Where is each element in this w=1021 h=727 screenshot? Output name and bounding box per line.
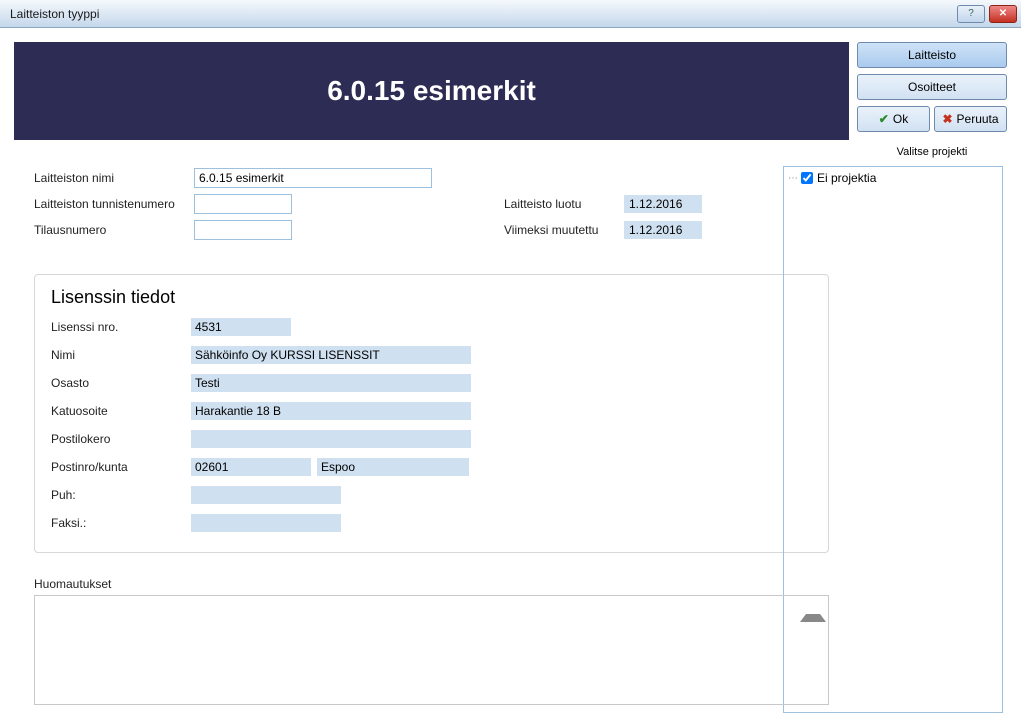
license-osasto-label: Osasto xyxy=(51,376,191,390)
license-puh-value xyxy=(191,486,341,504)
license-katu-value: Harakantie 18 B xyxy=(191,402,471,420)
tunniste-input[interactable] xyxy=(194,194,292,214)
nimi-label: Laitteiston nimi xyxy=(34,171,194,185)
notes-label: Huomautukset xyxy=(34,577,849,591)
license-faksi-label: Faksi.: xyxy=(51,516,191,530)
license-postinro-value: 02601 xyxy=(191,458,311,476)
license-title: Lisenssin tiedot xyxy=(51,287,812,308)
window-body: 6.0.15 esimerkit Laitteiston nimi Laitte… xyxy=(0,28,1021,727)
close-button[interactable]: ✕ xyxy=(989,5,1017,23)
license-group: Lisenssin tiedot Lisenssi nro. 4531 Nimi… xyxy=(34,274,829,553)
license-postilokero-label: Postilokero xyxy=(51,432,191,446)
license-postinro-label: Postinro/kunta xyxy=(51,460,191,474)
license-osasto-value: Testi xyxy=(191,374,471,392)
project-none-checkbox[interactable] xyxy=(801,172,813,184)
header-banner: 6.0.15 esimerkit xyxy=(14,42,849,140)
cancel-button[interactable]: ✖ Peruuta xyxy=(934,106,1007,132)
ok-button[interactable]: ✔ Ok xyxy=(857,106,930,132)
cancel-icon: ✖ xyxy=(942,112,952,126)
tree-item-none[interactable]: ⋯ Ei projektia xyxy=(788,171,998,185)
license-postinro-row: 02601 Espoo xyxy=(191,458,812,476)
tunniste-label: Laitteiston tunnistenumero xyxy=(34,197,194,211)
license-nro-value: 4531 xyxy=(191,318,291,336)
check-icon: ✔ xyxy=(879,112,889,126)
license-nro-label: Lisenssi nro. xyxy=(51,320,191,334)
window-controls: ? ✕ xyxy=(957,5,1017,23)
license-postilokero-value xyxy=(191,430,471,448)
muutettu-value: 1.12.2016 xyxy=(624,221,702,239)
license-nimi-label: Nimi xyxy=(51,348,191,362)
project-none-label: Ei projektia xyxy=(817,171,876,185)
tilaus-input[interactable] xyxy=(194,220,292,240)
muutettu-label: Viimeksi muutettu xyxy=(504,223,624,237)
luotu-label: Laitteisto luotu xyxy=(504,197,624,211)
tilaus-label: Tilausnumero xyxy=(34,223,194,237)
laitteisto-button[interactable]: Laitteisto xyxy=(857,42,1007,68)
banner-heading: 6.0.15 esimerkit xyxy=(327,75,536,107)
license-nimi-value: Sähköinfo Oy KURSSI LISENSSIT xyxy=(191,346,471,364)
equipment-form: Laitteiston nimi Laitteiston tunnistenum… xyxy=(34,168,849,240)
ok-label: Ok xyxy=(893,112,908,126)
license-kunta-value: Espoo xyxy=(317,458,469,476)
window-title: Laitteiston tyyppi xyxy=(4,7,957,21)
cancel-label: Peruuta xyxy=(957,112,999,126)
license-katu-label: Katuosoite xyxy=(51,404,191,418)
main-panel: 6.0.15 esimerkit Laitteiston nimi Laitte… xyxy=(14,42,849,713)
side-panel: Laitteisto Osoitteet ✔ Ok ✖ Peruuta Vali… xyxy=(857,42,1007,713)
license-puh-label: Puh: xyxy=(51,488,191,502)
close-icon: ✕ xyxy=(999,8,1007,19)
title-bar: Laitteiston tyyppi ? ✕ xyxy=(0,0,1021,28)
help-button[interactable]: ? xyxy=(957,5,985,23)
tree-dots-icon: ⋯ xyxy=(788,173,797,184)
notes-textarea[interactable] xyxy=(34,595,829,705)
luotu-value: 1.12.2016 xyxy=(624,195,702,213)
nimi-input[interactable] xyxy=(194,168,432,188)
project-label: Valitse projekti xyxy=(857,146,1007,158)
osoitteet-button[interactable]: Osoitteet xyxy=(857,74,1007,100)
license-faksi-value xyxy=(191,514,341,532)
